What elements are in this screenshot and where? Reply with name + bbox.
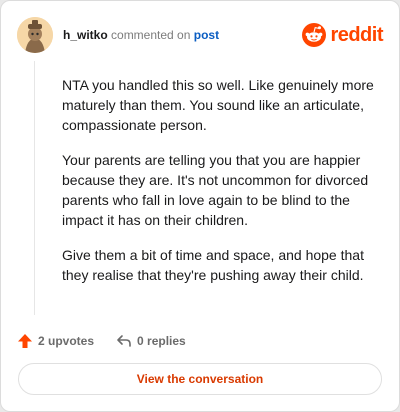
upvote-count: 2 upvotes — [38, 334, 95, 348]
reddit-wordmark: reddit — [330, 23, 383, 46]
thread-line — [34, 61, 35, 315]
comment-header: h_witko commented on post reddit — [17, 17, 383, 53]
upvote-arrow-icon — [18, 334, 32, 348]
comment-actions: 2 upvotes 0 replies — [17, 331, 186, 351]
post-link[interactable]: post — [194, 28, 219, 42]
comment-body: NTA you handled this so well. Like genui… — [62, 75, 382, 300]
reply-count: 0 replies — [137, 334, 186, 348]
comment-paragraph: NTA you handled this so well. Like genui… — [62, 77, 374, 133]
view-conversation-button[interactable]: View the conversation — [18, 363, 382, 395]
commented-on-text: commented on — [111, 28, 191, 42]
comment-paragraph: Your parents are telling you that you ar… — [62, 152, 369, 228]
reddit-logo[interactable]: reddit — [302, 21, 383, 49]
user-avatar[interactable] — [17, 17, 53, 53]
username-link[interactable]: h_witko — [63, 28, 108, 42]
comment-paragraph: Give them a bit of time and space, and h… — [62, 247, 364, 283]
reply-arrow-icon — [117, 335, 131, 347]
comment-meta: h_witko commented on post — [63, 27, 219, 43]
upvote-button[interactable]: 2 upvotes — [17, 333, 94, 349]
avatar-icon — [17, 17, 53, 53]
reddit-snoo-icon — [302, 23, 327, 47]
comment-card: h_witko commented on post reddit NTA you… — [0, 0, 400, 412]
reply-button[interactable]: 0 replies — [116, 333, 186, 349]
